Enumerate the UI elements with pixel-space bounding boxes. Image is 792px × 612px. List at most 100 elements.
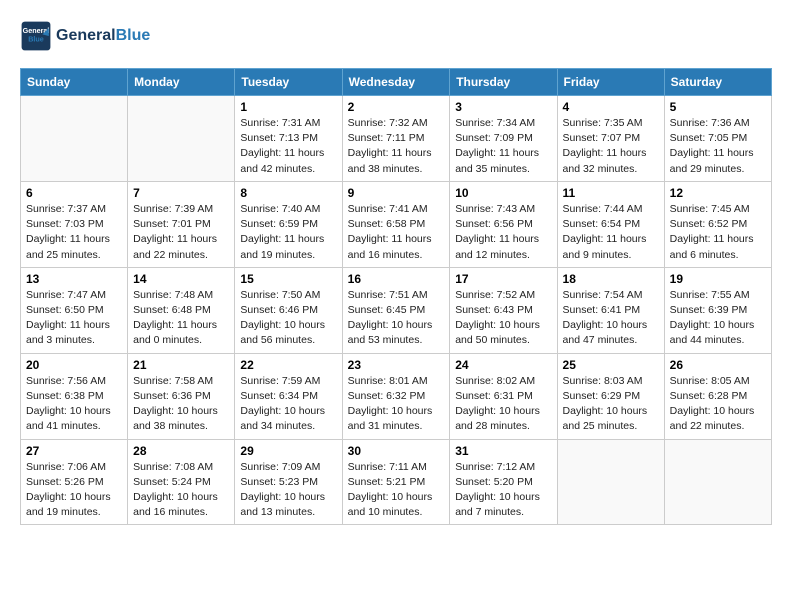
day-info: Sunrise: 7:58 AM Sunset: 6:36 PM Dayligh… <box>133 374 229 435</box>
day-number: 5 <box>670 100 766 114</box>
calendar-cell: 9 Sunrise: 7:41 AM Sunset: 6:58 PM Daylig… <box>342 181 450 267</box>
calendar-cell: 18Sunrise: 7:54 AM Sunset: 6:41 PM Dayli… <box>557 267 664 353</box>
day-number: 22 <box>240 358 336 372</box>
calendar-cell: 6 Sunrise: 7:37 AM Sunset: 7:03 PM Daylig… <box>21 181 128 267</box>
calendar-cell <box>21 96 128 182</box>
calendar-cell: 21 Sunrise: 7:58 AM Sunset: 6:36 PM Dayli… <box>128 353 235 439</box>
logo: General Blue GeneralBlue <box>20 20 150 52</box>
day-info: Sunrise: 8:01 AM Sunset: 6:32 PM Dayligh… <box>348 374 445 435</box>
day-info: Sunrise: 7:37 AM Sunset: 7:03 PM Dayligh… <box>26 202 122 263</box>
day-info: Sunrise: 7:43 AM Sunset: 6:56 PM Dayligh… <box>455 202 551 263</box>
day-info: Sunrise: 7:39 AM Sunset: 7:01 PM Dayligh… <box>133 202 229 263</box>
calendar-cell: 12Sunrise: 7:45 AM Sunset: 6:52 PM Dayli… <box>664 181 771 267</box>
calendar-week: 20 Sunrise: 7:56 AM Sunset: 6:38 PM Dayli… <box>21 353 772 439</box>
weekday-header: Wednesday <box>342 69 450 96</box>
calendar-cell: 14Sunrise: 7:48 AM Sunset: 6:48 PM Dayli… <box>128 267 235 353</box>
day-info: Sunrise: 7:06 AM Sunset: 5:26 PM Dayligh… <box>26 460 122 521</box>
calendar-cell: 2Sunrise: 7:32 AM Sunset: 7:11 PM Daylig… <box>342 96 450 182</box>
calendar-cell <box>557 439 664 525</box>
weekday-header: Thursday <box>450 69 557 96</box>
day-number: 4 <box>563 100 659 114</box>
day-number: 7 <box>133 186 229 200</box>
calendar-week: 13 Sunrise: 7:47 AM Sunset: 6:50 PM Dayli… <box>21 267 772 353</box>
day-info: Sunrise: 7:59 AM Sunset: 6:34 PM Dayligh… <box>240 374 336 435</box>
day-info: Sunrise: 7:56 AM Sunset: 6:38 PM Dayligh… <box>26 374 122 435</box>
day-number: 21 <box>133 358 229 372</box>
calendar-cell: 15 Sunrise: 7:50 AM Sunset: 6:46 PM Dayli… <box>235 267 342 353</box>
day-number: 23 <box>348 358 445 372</box>
day-number: 27 <box>26 444 122 458</box>
day-number: 20 <box>26 358 122 372</box>
day-number: 2 <box>348 100 445 114</box>
calendar-table: SundayMondayTuesdayWednesdayThursdayFrid… <box>20 68 772 525</box>
day-info: Sunrise: 7:51 AM Sunset: 6:45 PM Dayligh… <box>348 288 445 349</box>
day-number: 31 <box>455 444 551 458</box>
day-number: 24 <box>455 358 551 372</box>
weekday-header: Monday <box>128 69 235 96</box>
day-number: 9 <box>348 186 445 200</box>
day-number: 8 <box>240 186 336 200</box>
day-info: Sunrise: 7:35 AM Sunset: 7:07 PM Dayligh… <box>563 116 659 177</box>
calendar-cell <box>664 439 771 525</box>
day-info: Sunrise: 7:50 AM Sunset: 6:46 PM Dayligh… <box>240 288 336 349</box>
day-info: Sunrise: 8:03 AM Sunset: 6:29 PM Dayligh… <box>563 374 659 435</box>
day-number: 11 <box>563 186 659 200</box>
day-number: 12 <box>670 186 766 200</box>
calendar-cell: 10 Sunrise: 7:43 AM Sunset: 6:56 PM Dayli… <box>450 181 557 267</box>
day-number: 16 <box>348 272 445 286</box>
calendar-cell: 13 Sunrise: 7:47 AM Sunset: 6:50 PM Dayli… <box>21 267 128 353</box>
weekday-header: Friday <box>557 69 664 96</box>
day-number: 19 <box>670 272 766 286</box>
calendar-cell: 26 Sunrise: 8:05 AM Sunset: 6:28 PM Dayli… <box>664 353 771 439</box>
calendar-cell: 20 Sunrise: 7:56 AM Sunset: 6:38 PM Dayli… <box>21 353 128 439</box>
day-number: 25 <box>563 358 659 372</box>
calendar-cell: 7 Sunrise: 7:39 AM Sunset: 7:01 PM Daylig… <box>128 181 235 267</box>
calendar-cell: 30Sunrise: 7:11 AM Sunset: 5:21 PM Dayli… <box>342 439 450 525</box>
day-number: 13 <box>26 272 122 286</box>
calendar-cell: 31 Sunrise: 7:12 AM Sunset: 5:20 PM Dayli… <box>450 439 557 525</box>
day-number: 14 <box>133 272 229 286</box>
day-info: Sunrise: 7:36 AM Sunset: 7:05 PM Dayligh… <box>670 116 766 177</box>
day-info: Sunrise: 7:40 AM Sunset: 6:59 PM Dayligh… <box>240 202 336 263</box>
calendar-cell: 5 Sunrise: 7:36 AM Sunset: 7:05 PM Daylig… <box>664 96 771 182</box>
logo-text: GeneralBlue <box>56 26 150 45</box>
day-info: Sunrise: 7:34 AM Sunset: 7:09 PM Dayligh… <box>455 116 551 177</box>
day-number: 3 <box>455 100 551 114</box>
day-number: 26 <box>670 358 766 372</box>
day-number: 18 <box>563 272 659 286</box>
day-number: 6 <box>26 186 122 200</box>
page-header: General Blue GeneralBlue <box>20 20 772 52</box>
day-number: 10 <box>455 186 551 200</box>
day-info: Sunrise: 7:47 AM Sunset: 6:50 PM Dayligh… <box>26 288 122 349</box>
calendar-cell: 29Sunrise: 7:09 AM Sunset: 5:23 PM Dayli… <box>235 439 342 525</box>
calendar-cell: 22 Sunrise: 7:59 AM Sunset: 6:34 PM Dayli… <box>235 353 342 439</box>
weekday-header: Saturday <box>664 69 771 96</box>
svg-text:Blue: Blue <box>28 35 44 44</box>
calendar-cell: 28Sunrise: 7:08 AM Sunset: 5:24 PM Dayli… <box>128 439 235 525</box>
calendar-cell: 23 Sunrise: 8:01 AM Sunset: 6:32 PM Dayli… <box>342 353 450 439</box>
calendar-cell: 24 Sunrise: 8:02 AM Sunset: 6:31 PM Dayli… <box>450 353 557 439</box>
calendar-week: 6 Sunrise: 7:37 AM Sunset: 7:03 PM Daylig… <box>21 181 772 267</box>
day-info: Sunrise: 7:55 AM Sunset: 6:39 PM Dayligh… <box>670 288 766 349</box>
day-number: 1 <box>240 100 336 114</box>
calendar-cell: 8 Sunrise: 7:40 AM Sunset: 6:59 PM Daylig… <box>235 181 342 267</box>
day-info: Sunrise: 7:41 AM Sunset: 6:58 PM Dayligh… <box>348 202 445 263</box>
calendar-cell: 4 Sunrise: 7:35 AM Sunset: 7:07 PM Daylig… <box>557 96 664 182</box>
calendar-week: 1 Sunrise: 7:31 AM Sunset: 7:13 PM Daylig… <box>21 96 772 182</box>
logo-icon: General Blue <box>20 20 52 52</box>
day-info: Sunrise: 7:31 AM Sunset: 7:13 PM Dayligh… <box>240 116 336 177</box>
calendar-week: 27 Sunrise: 7:06 AM Sunset: 5:26 PM Dayli… <box>21 439 772 525</box>
calendar-cell: 16 Sunrise: 7:51 AM Sunset: 6:45 PM Dayli… <box>342 267 450 353</box>
day-info: Sunrise: 7:12 AM Sunset: 5:20 PM Dayligh… <box>455 460 551 521</box>
day-info: Sunrise: 8:02 AM Sunset: 6:31 PM Dayligh… <box>455 374 551 435</box>
day-info: Sunrise: 8:05 AM Sunset: 6:28 PM Dayligh… <box>670 374 766 435</box>
day-number: 15 <box>240 272 336 286</box>
calendar-cell: 11Sunrise: 7:44 AM Sunset: 6:54 PM Dayli… <box>557 181 664 267</box>
day-info: Sunrise: 7:11 AM Sunset: 5:21 PM Dayligh… <box>348 460 445 521</box>
day-info: Sunrise: 7:52 AM Sunset: 6:43 PM Dayligh… <box>455 288 551 349</box>
day-number: 17 <box>455 272 551 286</box>
calendar-cell: 3 Sunrise: 7:34 AM Sunset: 7:09 PM Daylig… <box>450 96 557 182</box>
day-info: Sunrise: 7:08 AM Sunset: 5:24 PM Dayligh… <box>133 460 229 521</box>
weekday-header: Tuesday <box>235 69 342 96</box>
calendar-cell: 25 Sunrise: 8:03 AM Sunset: 6:29 PM Dayli… <box>557 353 664 439</box>
